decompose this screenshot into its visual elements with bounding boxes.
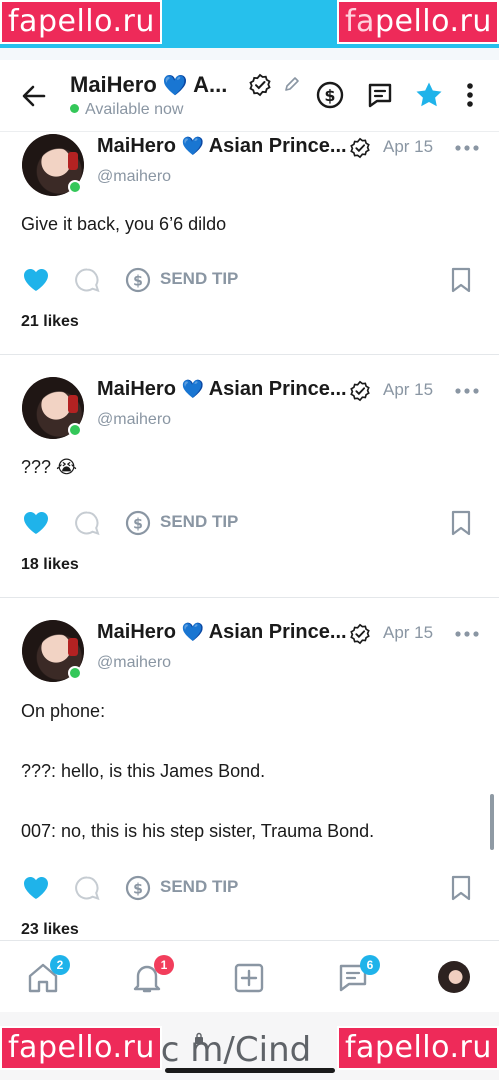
post-date[interactable]: Apr 15 [383, 623, 433, 643]
comment-icon[interactable] [74, 510, 100, 536]
online-indicator [68, 423, 82, 437]
post-card: MaiHero 💙 Asian Prince... Apr 15 @maiher… [0, 355, 499, 598]
home-badge: 2 [50, 955, 70, 975]
author-name-suffix: Asian Prince... [208, 135, 347, 157]
watermark-text-b: pello.ru [37, 4, 155, 39]
author-name-suffix: Asian Prince... [208, 621, 347, 643]
message-icon[interactable] [365, 80, 395, 110]
verified-icon [249, 73, 271, 97]
more-vertical-icon[interactable] [458, 80, 482, 110]
verified-icon [350, 380, 370, 402]
post-text: Give it back, you 6’6 dildo [21, 214, 227, 234]
status-text: Available now [85, 101, 184, 118]
author-name: MaiHero [97, 621, 176, 643]
send-tip-label: SEND TIP [160, 269, 239, 288]
star-icon[interactable] [414, 80, 444, 110]
nav-new-post[interactable] [232, 961, 266, 995]
post-author[interactable]: MaiHero 💙 Asian Prince... [97, 378, 347, 401]
send-tip-label: SEND TIP [160, 877, 239, 896]
author-handle[interactable]: @maihero [97, 654, 171, 672]
nav-home[interactable]: 2 [26, 955, 70, 995]
blue-heart-emoji: 💙 [162, 75, 188, 97]
watermark-text-a: fa [8, 4, 38, 39]
nav-messages[interactable]: 6 [336, 955, 380, 995]
watermark-text-b: pello.ru [374, 4, 492, 39]
post-date[interactable]: Apr 15 [383, 137, 433, 157]
back-arrow-icon[interactable] [20, 82, 48, 110]
online-indicator [68, 180, 82, 194]
comment-icon[interactable] [74, 267, 100, 293]
post-author[interactable]: MaiHero 💙 Asian Prince... [97, 621, 347, 644]
dollar-circle-icon: $ [125, 267, 151, 293]
watermark-bottom-right: fapello.ru [337, 1026, 499, 1070]
home-indicator [165, 1068, 335, 1073]
dollar-circle-icon[interactable]: $ [315, 80, 345, 110]
edit-icon[interactable] [283, 75, 301, 93]
dollar-circle-icon: $ [125, 510, 151, 536]
watermark-bottom-left: fapello.ru [0, 1026, 162, 1070]
header-name: MaiHero [70, 72, 157, 97]
header-title[interactable]: MaiHero 💙 A... [70, 72, 227, 98]
availability-status: Available now [70, 101, 183, 119]
bookmark-icon[interactable] [450, 510, 472, 536]
svg-text:$: $ [324, 86, 335, 105]
comment-icon[interactable] [74, 875, 100, 901]
likes-count[interactable]: 18 likes [21, 556, 79, 574]
bookmark-icon[interactable] [450, 267, 472, 293]
plus-square-icon [234, 963, 264, 993]
blue-heart-emoji: 💙 [181, 622, 204, 642]
dollar-circle-icon: $ [125, 875, 151, 901]
post-author[interactable]: MaiHero 💙 Asian Prince... [97, 135, 347, 158]
likes-count[interactable]: 21 likes [21, 313, 79, 331]
bottom-navigation: 2 1 6 [0, 940, 499, 1012]
watermark-top-right: fapello.ru [337, 0, 499, 44]
online-indicator [68, 666, 82, 680]
more-horizontal-icon[interactable] [455, 387, 479, 395]
chat-header: MaiHero 💙 A... Available now $ [0, 60, 499, 132]
post-date[interactable]: Apr 15 [383, 380, 433, 400]
post-card: MaiHero 💙 Asian Prince... Apr 15 @maiher… [0, 598, 499, 940]
blue-heart-emoji: 💙 [181, 136, 204, 156]
online-dot [70, 104, 79, 113]
notifications-badge: 1 [154, 955, 174, 975]
author-handle[interactable]: @maihero [97, 168, 171, 186]
author-name: MaiHero [97, 135, 176, 157]
post-text: On phone: ???: hello, is this James Bond… [21, 701, 375, 841]
header-name-suffix: A... [193, 72, 228, 97]
watermark-top-left: fapello.ru [0, 0, 162, 44]
verified-icon [350, 623, 370, 645]
svg-text:$: $ [133, 517, 143, 533]
blue-heart-emoji: 💙 [181, 379, 204, 399]
post-card: MaiHero 💙 Asian Prince... Apr 15 @maiher… [0, 133, 499, 355]
svg-text:$: $ [133, 274, 143, 290]
top-strip-gap [0, 48, 499, 60]
watermark-text-a: fa [345, 4, 375, 39]
heart-icon[interactable] [22, 510, 50, 536]
lock-icon [195, 1032, 203, 1044]
url-text[interactable]: .c m/Cind [150, 1030, 311, 1070]
heart-icon[interactable] [22, 875, 50, 901]
author-handle[interactable]: @maihero [97, 411, 171, 429]
author-name: MaiHero [97, 378, 176, 400]
post-text: ??? 😭 [21, 457, 78, 477]
scrollbar[interactable] [490, 794, 494, 850]
more-horizontal-icon[interactable] [455, 630, 479, 638]
send-tip-label: SEND TIP [160, 512, 239, 531]
nav-profile-avatar[interactable] [438, 961, 470, 993]
verified-icon [350, 137, 370, 159]
likes-count[interactable]: 23 likes [21, 921, 79, 939]
messages-badge: 6 [360, 955, 380, 975]
heart-icon[interactable] [22, 267, 50, 293]
nav-notifications[interactable]: 1 [130, 955, 174, 995]
bookmark-icon[interactable] [450, 875, 472, 901]
more-horizontal-icon[interactable] [455, 144, 479, 152]
svg-text:$: $ [133, 882, 143, 898]
author-name-suffix: Asian Prince... [208, 378, 347, 400]
